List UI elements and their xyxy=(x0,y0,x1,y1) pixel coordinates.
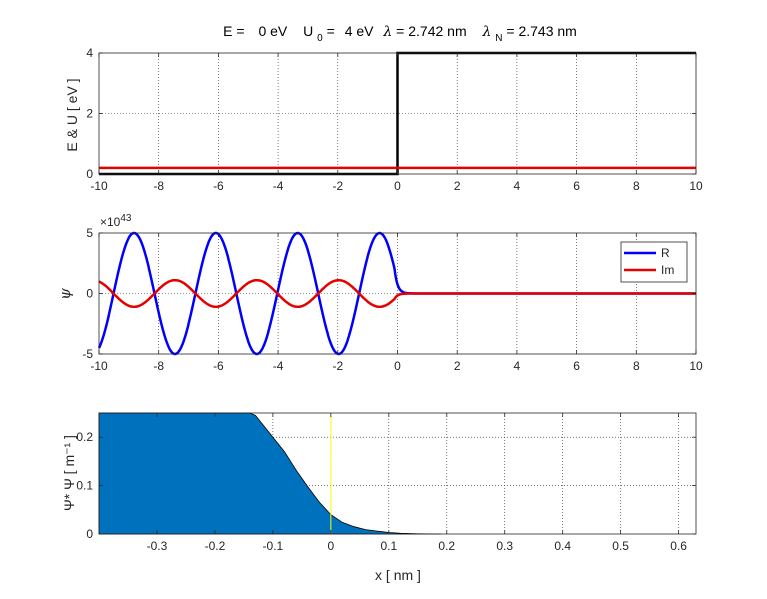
psi-xtick-label: 4 xyxy=(514,359,521,373)
legend-label-R: R xyxy=(661,246,670,260)
density-ytick-label: 0.1 xyxy=(76,479,93,493)
psi-ytick-label: 0 xyxy=(86,287,93,301)
energy-xtick-label: 8 xyxy=(633,179,640,193)
density-xtick-label: 0 xyxy=(328,539,335,553)
psi-xtick-label: 8 xyxy=(633,359,640,373)
energy-ytick-label: 2 xyxy=(86,107,93,121)
energy-xtick-label: 10 xyxy=(689,179,703,193)
energy-ytick-label: 4 xyxy=(86,46,93,60)
energy-xtick-label: 4 xyxy=(514,179,521,193)
psi-xtick-label: 2 xyxy=(454,359,461,373)
psi-xtick-label: -8 xyxy=(153,359,164,373)
figure-title: E = 0 eV U 0 = 4 eV λ = 2.742 nm λ N = 2… xyxy=(223,23,577,44)
energy-xtick-label: 0 xyxy=(394,179,401,193)
title-potential-eq: = xyxy=(327,23,339,39)
energy-xtick-label: -10 xyxy=(90,179,108,193)
density-ytick-label: 0.2 xyxy=(76,430,93,444)
density-xtick-label: 0.6 xyxy=(670,539,687,553)
figure: E = 0 eV U 0 = 4 eV λ = 2.742 nm λ N = 2… xyxy=(56,23,703,583)
density-xtick-label: -0.3 xyxy=(147,539,168,553)
density-xtick-label: 0.3 xyxy=(496,539,513,553)
psi-xtick-label: -10 xyxy=(90,359,108,373)
energy-xtick-label: 6 xyxy=(573,179,580,193)
energy-xtick-label: -6 xyxy=(213,179,224,193)
energy-potential-plot: -10 -8 -6 -4 -2 0 2 4 6 8 10 0 2 4 xyxy=(86,46,703,193)
title-energy-value: 0 eV xyxy=(258,23,287,39)
energy-xtick-label: -8 xyxy=(153,179,164,193)
density-xtick-label: 0.4 xyxy=(554,539,571,553)
psi-xtick-label: -6 xyxy=(213,359,224,373)
title-potential-label: U xyxy=(303,23,313,39)
psi-xtick-label: -4 xyxy=(273,359,284,373)
density-xtick-label: 0.1 xyxy=(380,539,397,553)
psi-xtick-label: 0 xyxy=(394,359,401,373)
psi-axis-label: ψ xyxy=(56,288,74,300)
probability-density-plot: -0.3 -0.2 -0.1 0 0.1 0.2 0.3 0.4 0.5 0.6 0 0.1 0.2 xyxy=(76,412,697,553)
title-lambda-symbol: λ xyxy=(382,24,392,40)
title-lambdaN-symbol: λ xyxy=(482,24,492,40)
density-xtick-label: -0.2 xyxy=(205,539,226,553)
psi-ytick-label: 5 xyxy=(86,226,93,240)
psi-exponent-power: 43 xyxy=(120,213,132,224)
legend-label-Im: Im xyxy=(661,263,674,277)
energy-ytick-label: 0 xyxy=(86,167,93,181)
position-axis-label: x [ nm ] xyxy=(375,567,421,583)
psi-xtick-label: 10 xyxy=(689,359,703,373)
title-energy-label: E = xyxy=(223,23,248,39)
psi-xtick-label: -2 xyxy=(332,359,343,373)
title-lambdaN-value: = 2.743 nm xyxy=(506,23,576,39)
density-xtick-label: 0.5 xyxy=(612,539,629,553)
psi-exponent-label: ×1043 xyxy=(100,213,132,229)
title-lambda-value: = 2.742 nm xyxy=(396,23,466,39)
energy-xtick-label: 2 xyxy=(454,179,461,193)
energy-xtick-label: -4 xyxy=(273,179,284,193)
legend-box xyxy=(620,241,688,283)
density-axis-label: Ψ* Ψ [ m⁻¹ ] xyxy=(61,435,77,511)
energy-axis-label: E & U [ eV ] xyxy=(64,78,80,151)
title-potential-sub: 0 xyxy=(317,33,323,44)
wavefunction-plot: -10 -8 -6 -4 -2 0 2 4 6 8 10 -5 0 5 xyxy=(82,226,703,373)
density-xtick-label: -0.1 xyxy=(263,539,284,553)
psi-xtick-label: 6 xyxy=(573,359,580,373)
title-potential-value: 4 eV xyxy=(345,23,374,39)
density-ytick-label: 0 xyxy=(86,527,93,541)
title-lambdaN-sub: N xyxy=(495,33,502,44)
density-xtick-label: 0.2 xyxy=(438,539,455,553)
psi-ytick-label: -5 xyxy=(82,347,93,361)
psi-exponent-base: ×10 xyxy=(100,215,121,229)
wavefunction-legend: R Im xyxy=(620,241,688,283)
energy-xtick-label: -2 xyxy=(332,179,343,193)
